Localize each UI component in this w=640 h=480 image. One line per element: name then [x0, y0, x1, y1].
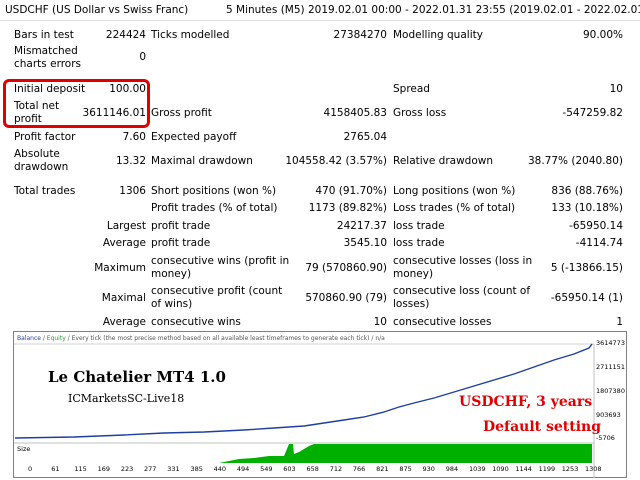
largest-profit-label: profit trade	[151, 220, 211, 232]
average-profit-label: profit trade	[151, 237, 211, 249]
maxloss-label: consecutive loss (count of losses)	[393, 285, 531, 310]
spread-label: Spread	[393, 83, 430, 95]
x-tick-label: 984	[445, 465, 459, 473]
maxlosses-label: consecutive losses (loss in money)	[393, 255, 533, 280]
x-tick-label: 223	[120, 465, 134, 473]
y-tick: 1807380	[596, 387, 625, 395]
ltrades-label: Loss trades (% of total)	[393, 202, 516, 214]
quality-value: 90.00%	[582, 29, 623, 41]
spread-value: 10	[609, 83, 623, 95]
payoff-label: Expected payoff	[151, 131, 237, 143]
short-label: Short positions (won %)	[151, 185, 277, 197]
grossloss-label: Gross loss	[393, 107, 447, 119]
ltrades-value: 133 (10.18%)	[551, 202, 623, 214]
maximal-label: Maximal	[101, 292, 146, 304]
quality-label: Modelling quality	[393, 29, 483, 41]
x-tick-label: 169	[97, 465, 111, 473]
x-tick-label: 494	[236, 465, 250, 473]
maxlosses-value: 5 (-13866.15)	[550, 262, 623, 274]
ptrades-value: 1173 (89.82%)	[308, 202, 387, 214]
account-caption: ICMarketsSC-Live18	[68, 392, 185, 405]
x-tick-label: 766	[352, 465, 366, 473]
average2-label: Average	[102, 316, 146, 328]
size-label: Size	[17, 445, 31, 453]
x-tick-label: 385	[190, 465, 203, 473]
x-tick-label: 61	[51, 465, 60, 473]
reldd-label: Relative drawdown	[393, 155, 494, 167]
x-tick-label: 1039	[468, 465, 486, 473]
maxdd-value: 104558.42 (3.57%)	[285, 155, 387, 167]
average-loss-value: -4114.74	[575, 237, 623, 249]
x-tick-label: 821	[376, 465, 389, 473]
y-tick: 3614773	[596, 339, 625, 347]
x-tick-label: 115	[74, 465, 87, 473]
maxloss-value: -65950.14 (1)	[550, 292, 623, 304]
avgwins-label: consecutive wins	[151, 316, 241, 328]
average-profit-value: 3545.10	[343, 237, 387, 249]
largest-loss-label: loss trade	[393, 220, 445, 232]
bars-label: Bars in test	[14, 29, 74, 41]
x-tick-label: 549	[260, 465, 273, 473]
largest-profit-value: 24217.37	[336, 220, 387, 232]
pair-years-caption: USDCHF, 3 years	[459, 394, 593, 410]
x-tick-label: 930	[422, 465, 435, 473]
x-tick-label: 1090	[492, 465, 509, 473]
x-tick-label: 1144	[515, 465, 532, 473]
ticks-value: 27384270	[333, 29, 387, 41]
grossprofit-value: 4158405.83	[323, 107, 387, 119]
pf-label: Profit factor	[14, 131, 76, 143]
size-histogram	[219, 444, 592, 463]
x-tick-label: 875	[399, 465, 412, 473]
maxprofit-value: 570860.90 (79)	[305, 292, 387, 304]
maximum-label: Maximum	[94, 262, 146, 274]
grossloss-value: -547259.82	[562, 107, 623, 119]
avglosses-value: 1	[616, 316, 623, 328]
payoff-value: 2765.04	[343, 131, 387, 143]
ticks-label: Ticks modelled	[151, 29, 230, 41]
x-tick-label: 712	[329, 465, 343, 473]
x-tick-label: 1308	[585, 465, 602, 473]
mismatch-label: Mismatched charts errors	[14, 45, 81, 70]
absdd-label: Absolute drawdown	[14, 148, 69, 173]
average-label: Average	[102, 237, 146, 249]
x-tick-label: 603	[283, 465, 296, 473]
x-tick-label: 440	[213, 465, 227, 473]
ptrades-label: Profit trades (% of total)	[151, 202, 278, 214]
maxdd-label: Maximal drawdown	[151, 155, 253, 167]
long-label: Long positions (won %)	[393, 185, 516, 197]
reldd-value: 38.77% (2040.80)	[528, 155, 623, 167]
y-tick: 903693	[596, 411, 621, 419]
trades-label: Total trades	[14, 185, 76, 197]
avglosses-label: consecutive losses	[393, 316, 492, 328]
maxprofit-label: consecutive profit (count of wins)	[151, 285, 283, 310]
x-tick-label: 277	[144, 465, 157, 473]
maxwins-label: consecutive wins (profit in money)	[151, 255, 290, 280]
avgwins-value: 10	[373, 316, 387, 328]
period-title: 5 Minutes (M5) 2019.02.01 00:00 - 2022.0…	[226, 4, 640, 16]
x-tick-label: 1253	[561, 465, 579, 473]
y-tick: -5706	[596, 434, 615, 442]
grossprofit-label: Gross profit	[151, 107, 212, 119]
x-tick-label: 331	[167, 465, 180, 473]
x-tick-label: 658	[306, 465, 319, 473]
setting-caption: Default setting	[483, 419, 601, 435]
bars-value: 224424	[105, 29, 146, 41]
x-tick-label: 0	[28, 465, 33, 473]
maxwins-value: 79 (570860.90)	[305, 262, 387, 274]
pf-value: 7.60	[122, 131, 146, 143]
y-tick: 2711151	[596, 363, 625, 371]
highlight-box	[3, 79, 150, 128]
ea-name-caption: Le Chatelier MT4 1.0	[48, 368, 226, 386]
largest-loss-value: -65950.14	[569, 220, 623, 232]
symbol-title: USDCHF (US Dollar vs Swiss Franc)	[5, 4, 189, 16]
x-tick-label: 1199	[538, 465, 556, 473]
long-value: 836 (88.76%)	[551, 185, 623, 197]
trades-value: 1306	[119, 185, 146, 197]
absdd-value: 13.32	[115, 155, 146, 167]
report-header: USDCHF (US Dollar vs Swiss Franc) 5 Minu…	[0, 0, 640, 21]
mismatch-value: 0	[139, 51, 146, 63]
short-value: 470 (91.70%)	[315, 185, 387, 197]
largest-label: Largest	[106, 220, 146, 232]
average-loss-label: loss trade	[393, 237, 445, 249]
